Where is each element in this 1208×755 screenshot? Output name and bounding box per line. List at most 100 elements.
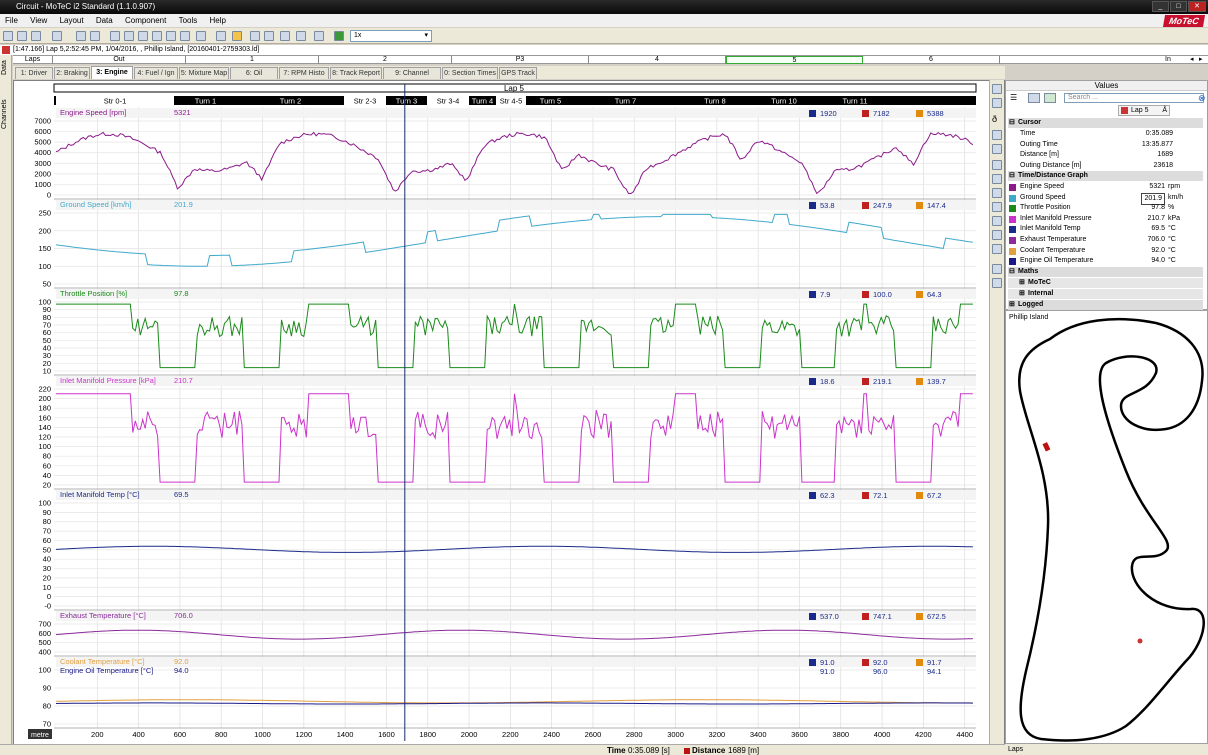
tab-1[interactable]: 2: Braking — [54, 67, 90, 79]
zoom-in-icon[interactable] — [992, 130, 1002, 140]
playback-speed-select[interactable]: 1x ▾ — [350, 30, 432, 42]
channel-row[interactable]: Inlet Manifold Temp 69.5 °C — [1008, 224, 1203, 234]
lap-cell-1[interactable]: Out — [53, 56, 186, 64]
tab-3[interactable]: 4: Fuel / Ign — [134, 67, 178, 79]
channels-icon[interactable] — [992, 98, 1002, 108]
maths-internal[interactable]: ⊞ Internal — [1008, 289, 1203, 299]
tab-4[interactable]: 5: Mixture Map — [179, 67, 229, 79]
print-preview-icon[interactable] — [90, 31, 100, 41]
lap-in-label[interactable]: In — [1165, 56, 1171, 64]
toggle-icon[interactable] — [232, 31, 242, 41]
channel-row[interactable]: Exhaust Temperature 706.0 °C — [1008, 235, 1203, 245]
side-tab-data[interactable]: Data — [1, 57, 11, 79]
tab-0[interactable]: 1: Driver — [15, 67, 53, 79]
math-icon[interactable]: ð — [992, 114, 1002, 124]
reference-icon[interactable] — [992, 216, 1002, 226]
menu-component[interactable]: Component — [120, 14, 171, 27]
lap-selector[interactable]: Lap 5 Å — [1118, 105, 1170, 116]
overlay-icon[interactable] — [992, 174, 1002, 184]
open-icon[interactable] — [3, 31, 13, 41]
open-folder-icon[interactable] — [17, 31, 27, 41]
menu-layout[interactable]: Layout — [55, 14, 89, 27]
highlight-icon[interactable] — [992, 244, 1002, 254]
link-icon[interactable] — [296, 31, 306, 41]
zoom-icon[interactable] — [314, 31, 324, 41]
lap-cell-6[interactable]: 5 — [726, 56, 863, 64]
maths-motec[interactable]: ⊞ MoTeC — [1008, 278, 1203, 288]
table-icon[interactable] — [152, 31, 162, 41]
maximize-button[interactable]: □ — [1170, 1, 1187, 12]
expand-icon[interactable]: ⊞ — [1009, 300, 1015, 310]
split-icon[interactable] — [992, 264, 1002, 274]
annotate-icon[interactable] — [992, 202, 1002, 212]
grid-icon[interactable] — [180, 31, 190, 41]
section-logged[interactable]: ⊞ Logged — [1008, 300, 1203, 310]
side-tab-channels[interactable]: Channels — [1, 95, 11, 133]
lap-cell-2[interactable]: 1 — [186, 56, 319, 64]
info-icon[interactable] — [196, 31, 206, 41]
minimize-button[interactable]: _ — [1152, 1, 1169, 12]
lap-cell-4[interactable]: P3 — [452, 56, 589, 64]
collapse-icon[interactable]: ⊟ — [1009, 267, 1015, 277]
tab-7[interactable]: 8: Track Report — [330, 67, 382, 79]
time-distance-graph[interactable]: Lap 5 Str 0-1 Turn 1 Turn 2 Str 2-3 Turn 3 Str… — [13, 80, 1005, 745]
play-icon[interactable] — [334, 31, 344, 41]
channel-row[interactable]: Engine Oil Temperature 94.0 °C — [1008, 256, 1203, 266]
laps-panel[interactable]: Laps — [1005, 744, 1208, 755]
lap-cell-7[interactable]: 6 — [863, 56, 1000, 64]
lap-cell-5[interactable]: 4 — [589, 56, 726, 64]
zoom-out-icon[interactable] — [992, 144, 1002, 154]
graph-canvas[interactable]: Lap 5 Str 0-1 Turn 1 Turn 2 Str 2-3 Turn 3 Str… — [14, 81, 990, 746]
save-icon[interactable] — [31, 31, 41, 41]
view-icon[interactable] — [1028, 93, 1040, 103]
export-icon[interactable] — [110, 31, 120, 41]
edit-icon[interactable] — [138, 31, 148, 41]
lap-cell-3[interactable]: 2 — [319, 56, 452, 64]
menu-file[interactable]: File — [0, 14, 23, 27]
filter-icon[interactable] — [280, 31, 290, 41]
menu-data[interactable]: Data — [91, 14, 118, 27]
collapse-icon[interactable]: ⊟ — [1009, 118, 1015, 128]
lap-info-icon[interactable]: Å — [1162, 106, 1167, 115]
forward-icon[interactable] — [264, 31, 274, 41]
channel-row[interactable]: Throttle Position 97.8% — [1008, 203, 1203, 213]
scroll-right-icon[interactable]: ▸ — [1199, 56, 1203, 64]
section-maths[interactable]: ⊟ Maths — [1008, 267, 1203, 277]
channel-row[interactable]: Coolant Temperature 92.0 °C — [1008, 246, 1203, 256]
collapse-icon[interactable]: ⊟ — [1009, 171, 1015, 181]
scroll-left-icon[interactable]: ◂ — [1190, 56, 1194, 64]
channel-row[interactable]: Ground Speed 201.9 km/h — [1008, 192, 1203, 205]
channel-row[interactable]: Inlet Manifold Pressure 210.7 kPa — [1008, 214, 1203, 224]
expand-icon[interactable]: ⊞ — [1019, 278, 1025, 288]
lap-icon[interactable] — [992, 230, 1002, 240]
tab-2[interactable]: 3: Engine — [91, 66, 133, 79]
page-icon[interactable] — [216, 31, 226, 41]
marker-icon[interactable] — [992, 188, 1002, 198]
list-icon[interactable]: ☰ — [1010, 93, 1022, 103]
download-icon[interactable] — [52, 31, 62, 41]
tab-9[interactable]: 0: Section Times — [442, 67, 498, 79]
layout-icon[interactable] — [166, 31, 176, 41]
channel-row[interactable]: Engine Speed 5321 rpm — [1008, 182, 1203, 192]
tab-5[interactable]: 6: Oil Pressure — [230, 67, 278, 88]
compare-icon[interactable] — [992, 160, 1002, 170]
print-icon[interactable] — [76, 31, 86, 41]
menu-help[interactable]: Help — [204, 14, 230, 27]
menu-tools[interactable]: Tools — [174, 14, 203, 27]
section-time-distance-graph[interactable]: ⊟ Time/Distance Graph — [1008, 171, 1203, 181]
track-map-panel[interactable]: Phillip Island — [1005, 310, 1208, 744]
track-map[interactable] — [1006, 311, 1207, 743]
menu-view[interactable]: View — [25, 14, 52, 27]
section-cursor[interactable]: ⊟ Cursor — [1008, 118, 1203, 128]
properties-icon[interactable] — [992, 84, 1002, 94]
values-search-input[interactable]: Search ... — [1064, 93, 1204, 103]
clear-search-icon[interactable]: ⊗ — [1198, 93, 1206, 104]
tab-8[interactable]: 9: Channel Report — [383, 67, 441, 88]
cursor-tool-icon[interactable] — [124, 31, 134, 41]
lap-cell-0[interactable]: Laps — [13, 56, 53, 64]
tree-icon[interactable] — [1044, 93, 1056, 103]
expand-icon[interactable]: ⊞ — [1019, 289, 1025, 299]
scale-icon[interactable] — [992, 278, 1002, 288]
close-button[interactable]: ✕ — [1188, 1, 1206, 12]
tab-10[interactable]: GPS Track — [499, 67, 537, 79]
